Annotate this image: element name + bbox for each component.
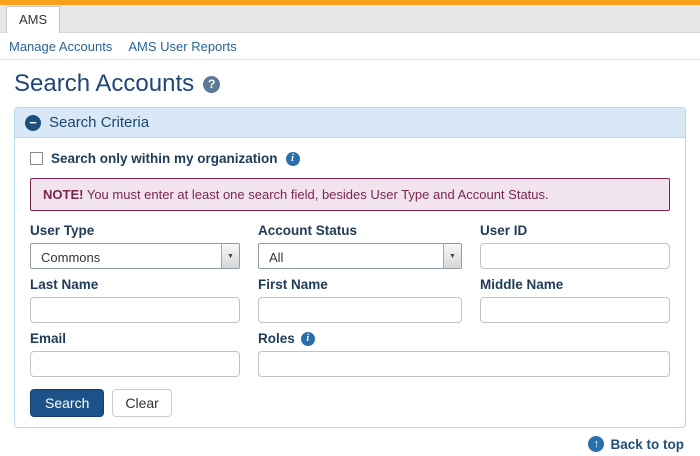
back-to-top-link[interactable]: Back to top (610, 437, 684, 452)
org-checkbox-label: Search only within my organization (51, 151, 278, 166)
roles-input[interactable] (258, 351, 670, 377)
email-label: Email (30, 331, 240, 346)
first-name-input[interactable] (258, 297, 462, 323)
roles-info-icon[interactable]: i (301, 332, 315, 346)
middle-name-label: Middle Name (480, 277, 670, 292)
up-arrow-icon: ↑ (588, 436, 604, 452)
user-type-select[interactable]: Commons ▼ (30, 243, 240, 269)
help-icon[interactable]: ? (203, 76, 220, 93)
nav-bar: Manage Accounts AMS User Reports (0, 33, 700, 60)
dropdown-arrow-icon: ▼ (443, 244, 461, 268)
title-row: Search Accounts ? (14, 70, 686, 98)
dropdown-arrow-icon: ▼ (221, 244, 239, 268)
email-input[interactable] (30, 351, 240, 377)
org-checkbox-row: Search only within my organization i (30, 151, 670, 166)
middle-name-field: Middle Name (480, 277, 670, 323)
back-to-top[interactable]: ↑ Back to top (14, 428, 686, 452)
note-text: You must enter at least one search field… (87, 187, 549, 202)
middle-name-input[interactable] (480, 297, 670, 323)
user-type-field: User Type Commons ▼ (30, 223, 258, 269)
user-type-selected-value: Commons (31, 244, 221, 268)
user-id-field: User ID (480, 223, 670, 269)
panel-title: Search Criteria (49, 114, 149, 131)
collapse-icon[interactable]: − (25, 115, 41, 131)
last-name-field: Last Name (30, 277, 258, 323)
user-id-label: User ID (480, 223, 670, 238)
app-tab-ams[interactable]: AMS (6, 6, 60, 33)
roles-field: Roles i (258, 331, 670, 377)
user-id-input[interactable] (480, 243, 670, 269)
account-status-select[interactable]: All ▼ (258, 243, 462, 269)
account-status-label: Account Status (258, 223, 462, 238)
search-criteria-panel: − Search Criteria Search only within my … (14, 107, 686, 428)
search-button[interactable]: Search (30, 389, 104, 417)
first-name-field: First Name (258, 277, 480, 323)
email-field: Email (30, 331, 258, 377)
account-status-field: Account Status All ▼ (258, 223, 480, 269)
search-form-grid: User Type Commons ▼ Account Status All ▼… (30, 223, 670, 377)
clear-button[interactable]: Clear (112, 389, 171, 417)
note-box: NOTE! You must enter at least one search… (30, 178, 670, 211)
button-row: Search Clear (30, 389, 670, 417)
page-content: Search Accounts ? − Search Criteria Sear… (0, 60, 700, 452)
first-name-label: First Name (258, 277, 462, 292)
nav-manage-accounts[interactable]: Manage Accounts (9, 39, 112, 54)
last-name-label: Last Name (30, 277, 240, 292)
nav-ams-user-reports[interactable]: AMS User Reports (128, 39, 236, 54)
org-info-icon[interactable]: i (286, 152, 300, 166)
account-status-selected-value: All (259, 244, 443, 268)
search-criteria-header[interactable]: − Search Criteria (15, 108, 685, 138)
roles-label-row: Roles i (258, 331, 670, 346)
tab-strip: AMS (0, 5, 700, 33)
last-name-input[interactable] (30, 297, 240, 323)
user-type-label: User Type (30, 223, 240, 238)
panel-body: Search only within my organization i NOT… (15, 138, 685, 427)
roles-label: Roles (258, 331, 295, 346)
note-prefix: NOTE! (43, 187, 83, 202)
page-title: Search Accounts (14, 70, 194, 98)
org-checkbox[interactable] (30, 152, 43, 165)
